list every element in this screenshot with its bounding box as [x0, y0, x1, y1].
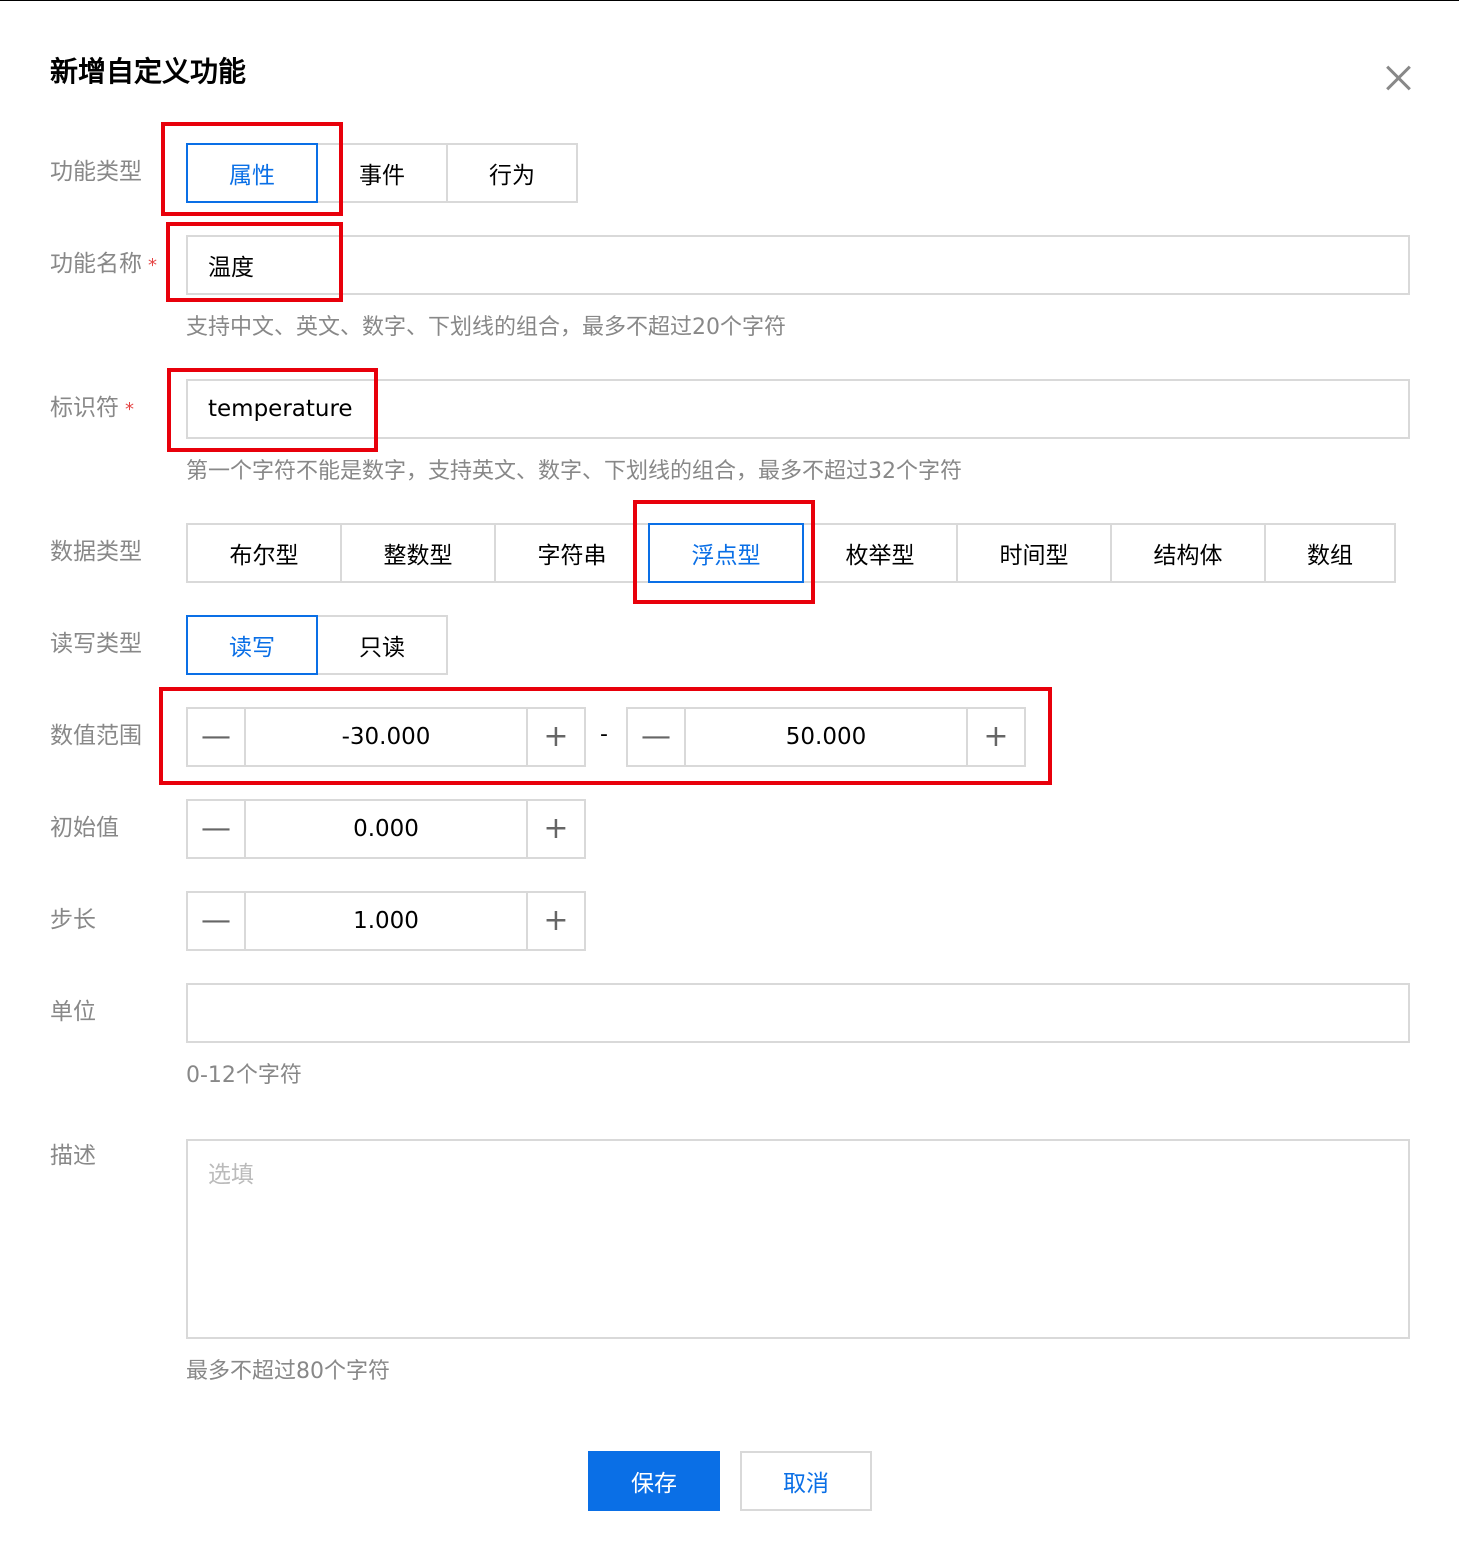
- data-type-option-enum[interactable]: 枚举型: [802, 523, 958, 583]
- rw-type-option-readonly[interactable]: 只读: [316, 615, 448, 675]
- data-type-option-array[interactable]: 数组: [1264, 523, 1396, 583]
- data-type-option-struct[interactable]: 结构体: [1110, 523, 1266, 583]
- func-name-hint: 支持中文、英文、数字、下划线的组合，最多不超过20个字符: [186, 315, 786, 340]
- func-type-label: 功能类型: [50, 159, 142, 185]
- unit-hint: 0-12个字符: [186, 1063, 302, 1088]
- range-min-stepper: — -30.000 +: [186, 707, 586, 767]
- unit-label: 单位: [50, 999, 96, 1025]
- required-mark: *: [125, 399, 134, 420]
- initial-label: 初始值: [50, 815, 119, 841]
- initial-value[interactable]: 0.000: [246, 799, 526, 859]
- decrement-button[interactable]: —: [186, 799, 246, 859]
- func-type-option-action[interactable]: 行为: [446, 143, 578, 203]
- func-name-input[interactable]: 温度: [186, 235, 1410, 295]
- step-label: 步长: [50, 907, 96, 933]
- rw-type-segmented: 读写 只读: [186, 615, 448, 675]
- increment-button[interactable]: +: [966, 707, 1026, 767]
- func-name-label: 功能名称 *: [50, 248, 157, 282]
- func-name-label-text: 功能名称: [50, 251, 142, 277]
- save-button[interactable]: 保存: [588, 1451, 720, 1511]
- dialog-title: 新增自定义功能: [50, 55, 247, 88]
- data-type-label: 数据类型: [50, 539, 142, 565]
- top-edge-line: [0, 0, 1459, 1]
- identifier-hint: 第一个字符不能是数字，支持英文、数字、下划线的组合，最多不超过32个字符: [186, 459, 962, 484]
- increment-button[interactable]: +: [526, 707, 586, 767]
- identifier-input[interactable]: temperature: [186, 379, 1410, 439]
- rw-type-option-readwrite[interactable]: 读写: [186, 615, 318, 675]
- data-type-option-time[interactable]: 时间型: [956, 523, 1112, 583]
- range-max-value[interactable]: 50.000: [686, 707, 966, 767]
- close-icon[interactable]: [1380, 60, 1416, 96]
- decrement-button[interactable]: —: [626, 707, 686, 767]
- cancel-button[interactable]: 取消: [740, 1451, 872, 1511]
- decrement-button[interactable]: —: [186, 891, 246, 951]
- func-type-option-event[interactable]: 事件: [316, 143, 448, 203]
- range-max-stepper: — 50.000 +: [626, 707, 1026, 767]
- data-type-segmented: 布尔型 整数型 字符串 浮点型 枚举型 时间型 结构体 数组: [186, 523, 1396, 583]
- data-type-option-string[interactable]: 字符串: [494, 523, 650, 583]
- data-type-option-bool[interactable]: 布尔型: [186, 523, 342, 583]
- description-textarea[interactable]: [186, 1139, 1410, 1339]
- data-type-option-int[interactable]: 整数型: [340, 523, 496, 583]
- decrement-button[interactable]: —: [186, 707, 246, 767]
- initial-stepper: — 0.000 +: [186, 799, 586, 859]
- func-type-option-property[interactable]: 属性: [186, 143, 318, 203]
- func-type-segmented: 属性 事件 行为: [186, 143, 578, 203]
- range-separator: -: [600, 722, 608, 747]
- rw-type-label: 读写类型: [50, 631, 142, 657]
- range-label: 数值范围: [50, 723, 142, 749]
- increment-button[interactable]: +: [526, 891, 586, 951]
- step-value[interactable]: 1.000: [246, 891, 526, 951]
- range-min-value[interactable]: -30.000: [246, 707, 526, 767]
- required-mark: *: [148, 255, 157, 276]
- step-stepper: — 1.000 +: [186, 891, 586, 951]
- description-label: 描述: [50, 1143, 96, 1169]
- identifier-label: 标识符 *: [50, 392, 134, 426]
- increment-button[interactable]: +: [526, 799, 586, 859]
- description-hint: 最多不超过80个字符: [186, 1359, 390, 1384]
- identifier-label-text: 标识符: [50, 395, 119, 421]
- unit-input[interactable]: [186, 983, 1410, 1043]
- data-type-option-float[interactable]: 浮点型: [648, 523, 804, 583]
